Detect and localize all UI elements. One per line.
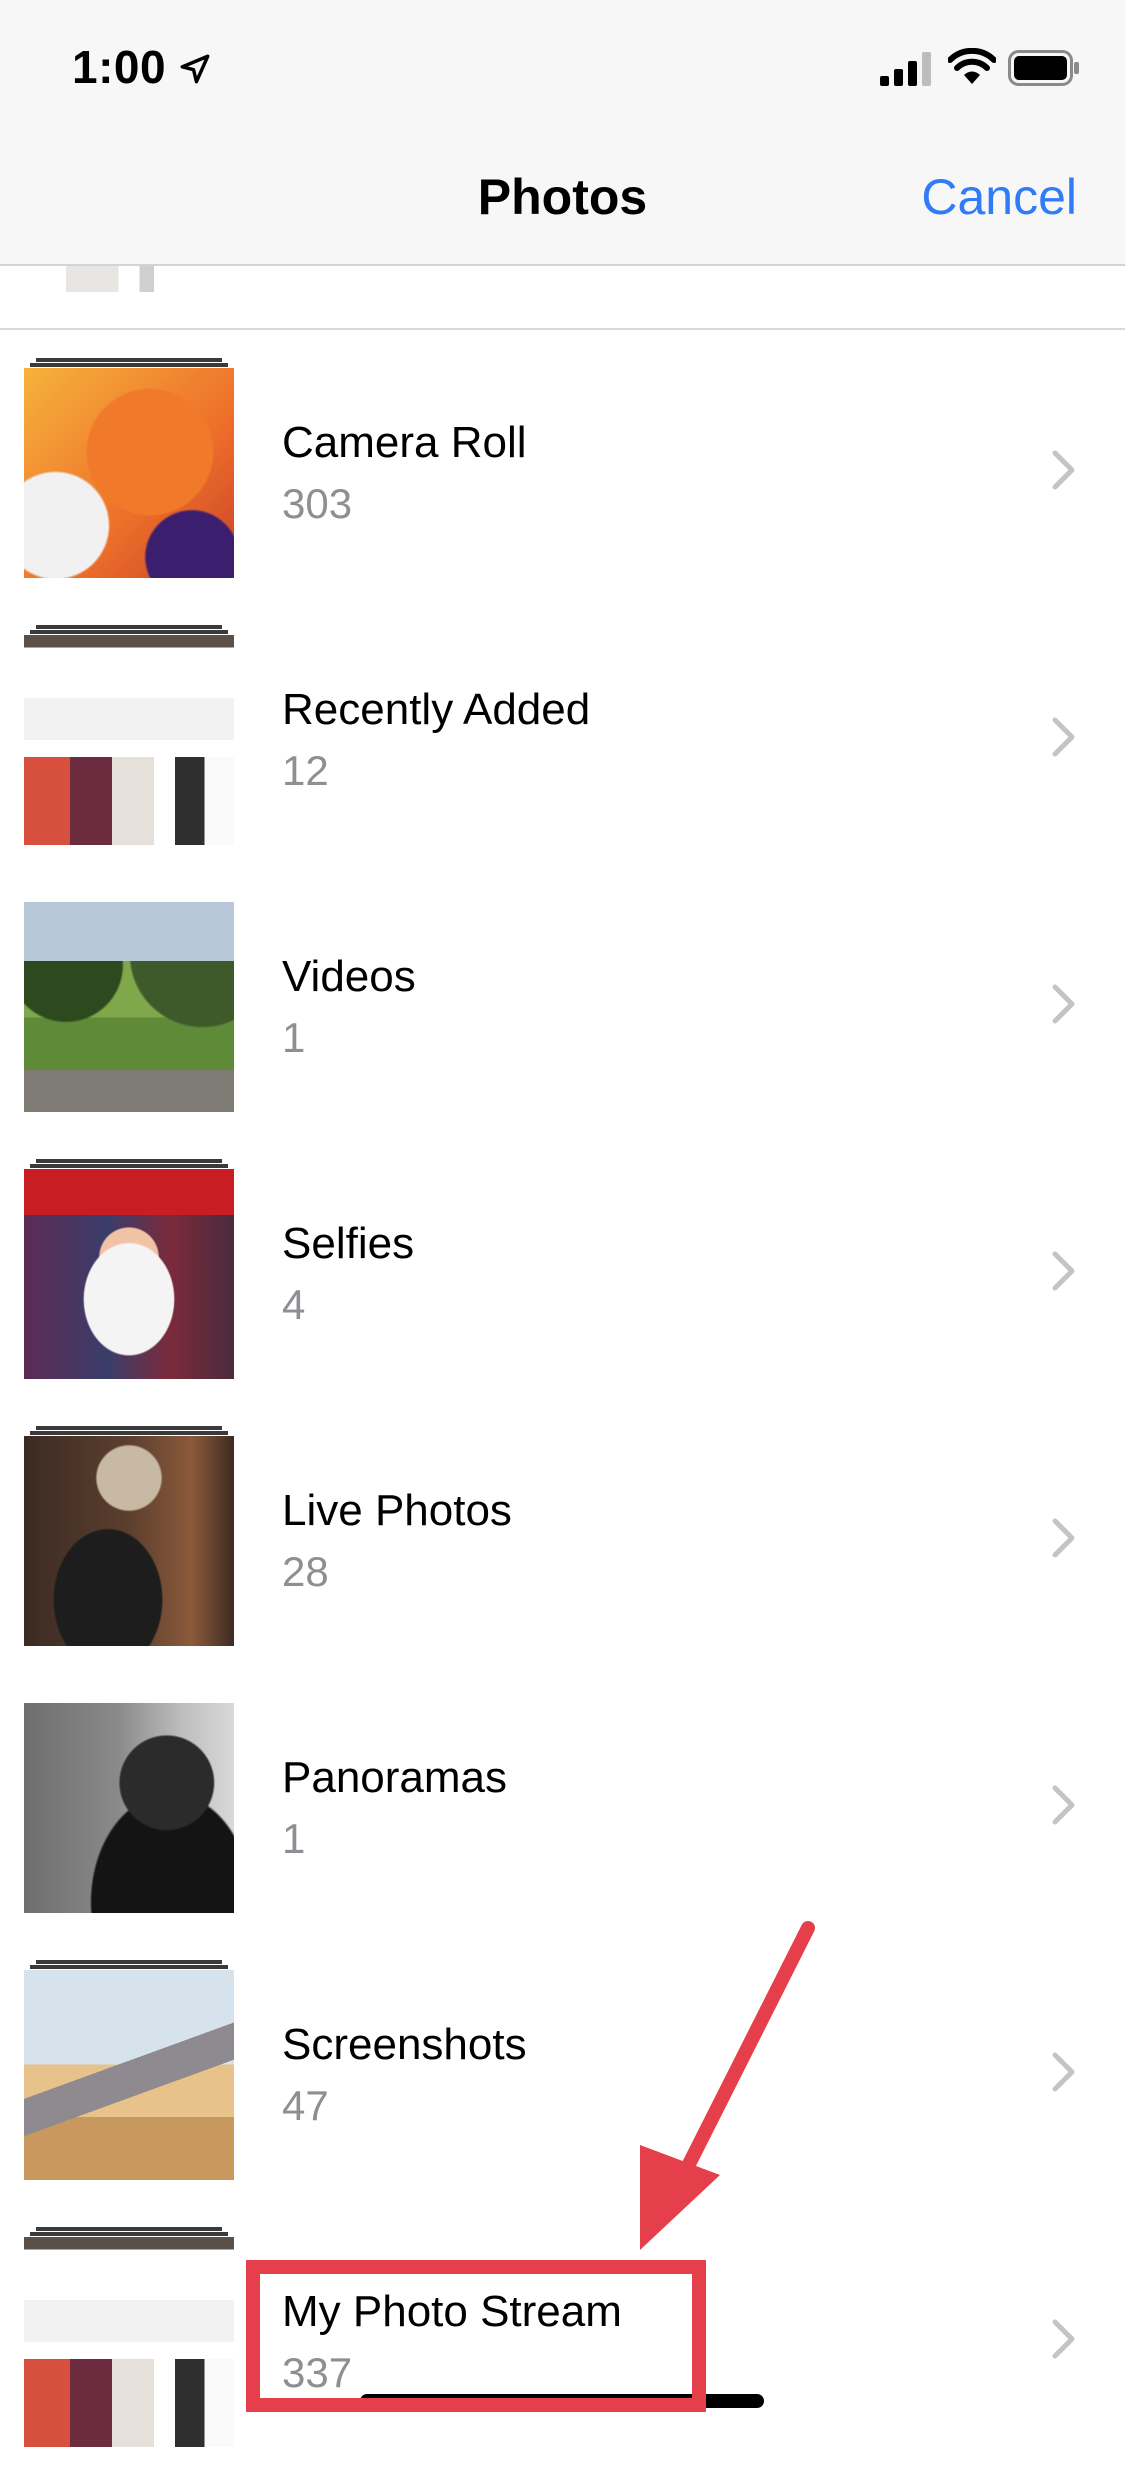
album-thumbnail [24,1703,234,1913]
thumbnail-stack-edge [30,1965,228,1969]
album-thumbnail [24,1436,234,1646]
album-count: 12 [282,747,329,794]
top-bar: 1:00 Photos Cancel [0,0,1125,266]
album-thumbnail [24,368,234,578]
chevron-right-icon [1052,1251,1075,1291]
thumbnail-stack-edge [30,363,228,367]
thumbnail-stack-edge [36,1960,222,1964]
album-thumbnail [24,902,234,1112]
album-title: Panoramas [282,1753,508,1802]
cellular-signal-icon [880,52,931,86]
album-count: 1 [282,1815,306,1862]
wifi-icon [948,48,996,84]
album-count: 28 [282,1548,329,1595]
album-row-camera-roll[interactable]: Camera Roll 303 [0,330,1125,597]
album-list: Camera Roll 303 Recently Added 12 Videos… [0,330,1125,2466]
thumbnail-stack-edge [30,1431,228,1435]
album-title: Recently Added [282,685,591,734]
album-thumbnail [24,635,234,845]
album-count: 4 [282,1281,306,1328]
thumbnail-stack-edge [36,358,222,362]
thumbnail-stack-edge [36,1159,222,1163]
status-time: 1:00 [72,41,167,93]
album-title: Selfies [282,1219,415,1268]
album-row-live-photos[interactable]: Live Photos 28 [0,1398,1125,1665]
thumbnail-stack-edge [36,2227,222,2231]
chevron-right-icon [1052,2052,1075,2092]
cancel-button[interactable]: Cancel [921,168,1077,226]
album-title: Camera Roll [282,418,527,467]
chevron-right-icon [1052,450,1075,490]
thumbnail-stack-edge [36,1426,222,1430]
chevron-right-icon [1052,2319,1075,2359]
thumbnail-stack-edge [30,2232,228,2236]
chevron-right-icon [1052,984,1075,1024]
album-title: Videos [282,952,416,1001]
thumbnail-stack-edge [30,630,228,634]
annotation-arrow-icon [640,1921,815,2250]
album-row-screenshots[interactable]: Screenshots 47 [0,1932,1125,2199]
status-bar: 1:00 [0,0,1125,130]
album-row-videos[interactable]: Videos 1 [0,864,1125,1131]
chevron-right-icon [1052,1785,1075,1825]
album-count: 1 [282,1014,306,1061]
album-title: Screenshots [282,2020,527,2069]
album-count: 47 [282,2082,329,2129]
album-row-selfies[interactable]: Selfies 4 [0,1131,1125,1398]
chevron-right-icon [1052,717,1075,757]
annotation-highlight-box [246,2260,706,2412]
thumbnail-stack-edge [36,625,222,629]
album-title: Live Photos [282,1486,512,1535]
chevron-right-icon [1052,1518,1075,1558]
album-row-panoramas[interactable]: Panoramas 1 [0,1665,1125,1932]
location-arrow-icon [180,54,210,84]
album-thumbnail [24,1169,234,1379]
battery-icon [1008,50,1079,86]
album-count: 303 [282,480,353,527]
album-row-recently-added[interactable]: Recently Added 12 [0,597,1125,864]
album-thumbnail [24,1970,234,2180]
thumbnail-stack-edge [30,1164,228,1168]
album-thumbnail [24,2237,234,2447]
